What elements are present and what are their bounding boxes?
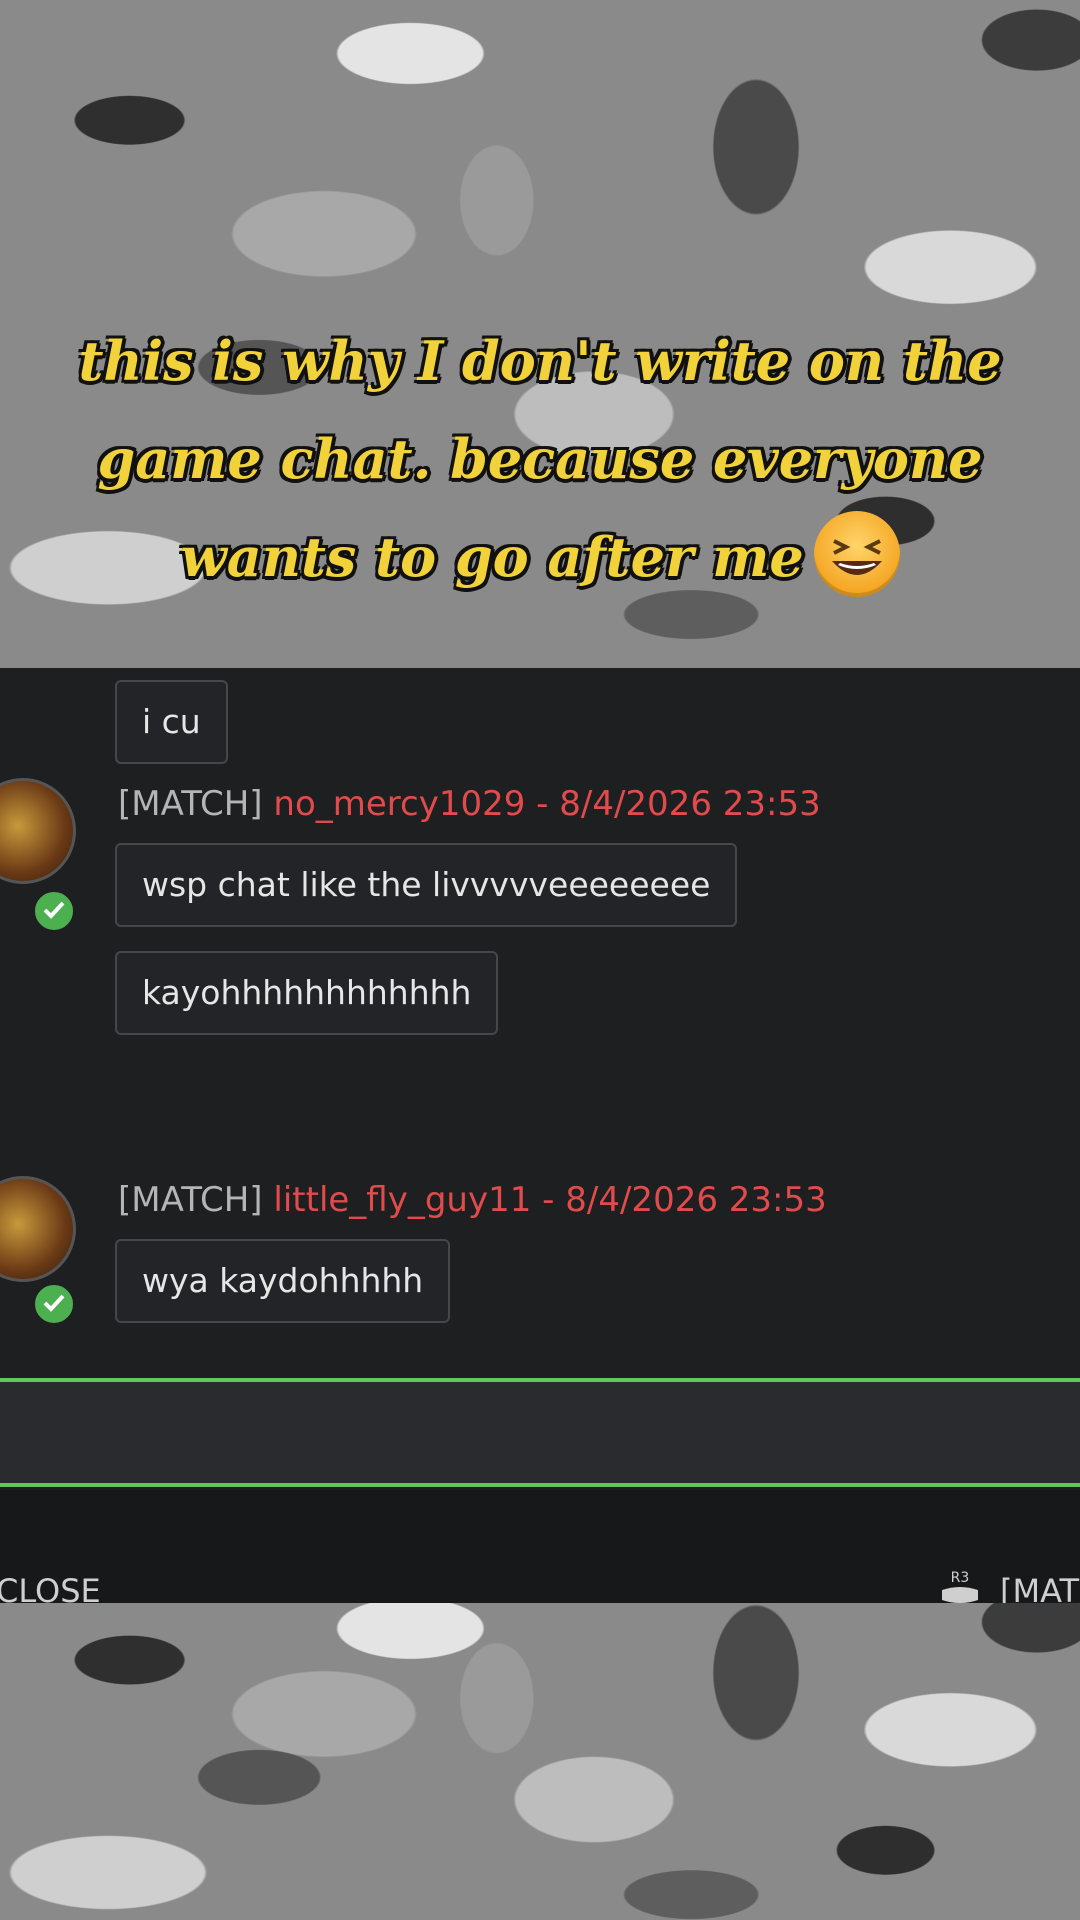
chat-message-bubble: kayohhhhhhhhhhhh (115, 951, 499, 1035)
username[interactable]: little_fly_guy11 - 8/4/2026 23:53 (273, 1180, 826, 1220)
chat-input[interactable] (0, 1378, 1080, 1487)
verified-check-icon (32, 889, 76, 933)
r3-button-icon: R3 (938, 1566, 982, 1608)
timestamp: - 8/4/2026 23:53 (525, 784, 821, 824)
username[interactable]: no_mercy1029 - 8/4/2026 23:53 (273, 784, 820, 824)
avatar[interactable] (0, 1176, 76, 1282)
chat-footer: CLOSE R3 [MAT (0, 1490, 1080, 1610)
message-header: [MATCH] no_mercy1029 - 8/4/2026 23:53 (118, 784, 821, 824)
timestamp: - 8/4/2026 23:53 (531, 1180, 827, 1220)
avatar[interactable] (0, 778, 76, 884)
svg-text:R3: R3 (951, 1570, 970, 1586)
channel-tag: [MATCH] (118, 1180, 263, 1220)
chat-message-bubble: wsp chat like the livvvvveeeeeeee (115, 843, 738, 927)
channel-tag: [MATCH] (118, 784, 263, 824)
message-header: [MATCH] little_fly_guy11 - 8/4/2026 23:5… (118, 1180, 827, 1220)
camo-background-bottom (0, 1603, 1080, 1920)
video-caption: this is why I don't write on the game ch… (40, 312, 1040, 606)
chat-message-bubble: wya kaydohhhhh (115, 1239, 451, 1323)
verified-check-icon (32, 1282, 76, 1326)
laughing-emoji-icon (813, 510, 900, 597)
chat-message-bubble: i cu (115, 680, 228, 764)
